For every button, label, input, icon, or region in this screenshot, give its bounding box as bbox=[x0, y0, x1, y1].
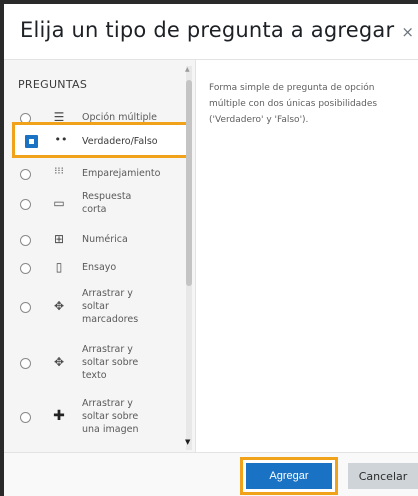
option-label-line: corta bbox=[82, 204, 107, 215]
radio-button[interactable] bbox=[20, 358, 31, 369]
option-numerical[interactable]: ⊞ Numérica bbox=[4, 232, 184, 248]
add-button[interactable]: Agregar bbox=[246, 463, 332, 489]
option-label-line: soltar sobre bbox=[82, 411, 139, 422]
option-label-line: Arrastrar y bbox=[82, 344, 133, 355]
option-label-line: soltar sobre bbox=[82, 357, 139, 368]
radio-button[interactable] bbox=[20, 199, 31, 210]
section-title-preguntas: PREGUNTAS bbox=[18, 78, 88, 91]
option-shortanswer[interactable]: ▭ Respuesta corta bbox=[4, 190, 184, 218]
option-label: Emparejamiento bbox=[82, 168, 161, 179]
drag-markers-icon: ✥ bbox=[53, 299, 65, 313]
option-drag-markers[interactable]: ✥ Arrastrar y soltar marcadores bbox=[4, 286, 184, 328]
option-label-line: texto bbox=[82, 370, 107, 381]
cancel-button[interactable]: Cancelar bbox=[348, 463, 418, 489]
radio-button[interactable] bbox=[20, 263, 31, 274]
dialog-title: Elija un tipo de pregunta a agregar bbox=[20, 18, 395, 42]
dialog-footer: Agregar Cancelar bbox=[4, 452, 418, 496]
radio-button[interactable] bbox=[20, 235, 31, 246]
drag-text-icon: ✥ bbox=[53, 355, 65, 369]
close-icon[interactable]: × bbox=[401, 23, 414, 41]
option-label-line: Arrastrar y bbox=[82, 398, 133, 409]
question-type-list: PREGUNTAS ☰ Opción múltiple •• Verdadero… bbox=[4, 60, 196, 452]
scrollbar-thumb[interactable] bbox=[186, 80, 192, 286]
scroll-down-arrow-icon[interactable]: ▼ bbox=[185, 438, 190, 446]
essay-icon: ▯ bbox=[55, 260, 63, 274]
option-truefalse[interactable]: •• Verdadero/Falso bbox=[12, 122, 192, 158]
list-scrollbar[interactable]: ▲ ▼ bbox=[184, 66, 194, 450]
radio-button[interactable] bbox=[20, 302, 31, 313]
option-drag-image[interactable]: ✚ Arrastrar y soltar sobre una imagen bbox=[4, 396, 184, 438]
dialog-header: Elija un tipo de pregunta a agregar × bbox=[4, 4, 418, 60]
match-icon: ⁝⁝⁝ bbox=[54, 166, 64, 177]
dialog-body: PREGUNTAS ☰ Opción múltiple •• Verdadero… bbox=[4, 60, 418, 452]
shortanswer-icon: ▭ bbox=[53, 196, 65, 210]
option-label-line: soltar bbox=[82, 301, 109, 312]
radio-button[interactable] bbox=[20, 169, 31, 180]
option-label: Numérica bbox=[82, 234, 128, 245]
radio-button[interactable] bbox=[20, 412, 31, 423]
question-type-dialog: Elija un tipo de pregunta a agregar × PR… bbox=[4, 4, 418, 496]
option-essay[interactable]: ▯ Ensayo bbox=[4, 260, 184, 276]
option-label-line: Respuesta bbox=[82, 191, 132, 202]
add-button-highlight: Agregar bbox=[240, 457, 338, 495]
option-label: Ensayo bbox=[82, 262, 117, 273]
numerical-icon: ⊞ bbox=[53, 232, 65, 246]
option-label: Verdadero/Falso bbox=[82, 136, 158, 147]
option-label-line: marcadores bbox=[82, 314, 139, 325]
selected-radio[interactable] bbox=[25, 135, 38, 148]
drag-image-icon: ✚ bbox=[53, 408, 65, 424]
question-type-description: Forma simple de pregunta de opción múlti… bbox=[209, 83, 378, 125]
option-label-line: una imagen bbox=[82, 424, 139, 435]
option-label-line: Arrastrar y bbox=[82, 288, 133, 299]
option-match[interactable]: ⁝⁝⁝ Emparejamiento bbox=[4, 166, 184, 182]
truefalse-icon: •• bbox=[54, 133, 68, 146]
option-drag-text[interactable]: ✥ Arrastrar y soltar sobre texto bbox=[4, 342, 184, 384]
scroll-up-arrow-icon[interactable]: ▲ bbox=[185, 66, 190, 73]
